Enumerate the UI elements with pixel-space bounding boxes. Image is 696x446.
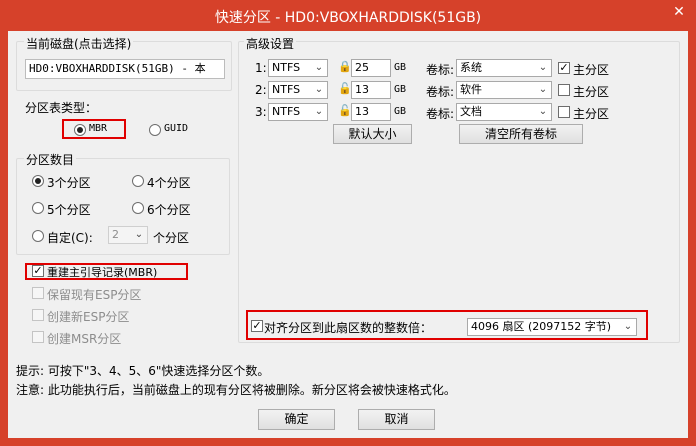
row-3-fs-select[interactable]: NTFS ⌄ <box>268 103 328 121</box>
dialog-body: 当前磁盘(点击选择) HD0:VBOXHARDDISK(51GB) - 本 分区… <box>8 31 688 438</box>
six-partitions-label: 6个分区 <box>147 203 191 217</box>
row-1-volume-label-select[interactable]: 系统 ⌄ <box>456 59 552 77</box>
row-1-unit: GB <box>394 62 407 73</box>
custom-count-radio[interactable] <box>32 230 44 242</box>
row-2-unit: GB <box>394 84 407 95</box>
custom-count-label: 自定(C): <box>47 231 93 245</box>
partition-table-label: 分区表类型： <box>25 101 98 115</box>
create-msr-checkbox[interactable] <box>32 331 44 343</box>
row-2-size-field[interactable]: 13 <box>351 81 391 99</box>
row-2-volume-label-value: 软件 <box>460 83 482 96</box>
create-esp-label: 创建新ESP分区 <box>47 310 130 324</box>
six-partitions-radio[interactable] <box>132 202 144 214</box>
mbr-radio[interactable] <box>74 124 86 136</box>
row-1-number: 1: <box>255 61 267 75</box>
partition-count-label: 分区数目 <box>24 151 77 168</box>
ok-button[interactable]: 确定 <box>258 409 335 430</box>
row-1-volume-label-text: 卷标: <box>426 63 455 77</box>
chevron-down-icon: ⌄ <box>538 84 548 95</box>
warning-line: 注意: 此功能执行后，当前磁盘上的现有分区将被删除。新分区将会被快速格式化。 <box>16 383 456 397</box>
row-1-primary-checkbox[interactable]: ✓ <box>558 62 570 74</box>
unlock-icon[interactable]: 🔓 <box>338 82 352 95</box>
row-2-volume-label-select[interactable]: 软件 ⌄ <box>456 81 552 99</box>
row-3-unit: GB <box>394 106 407 117</box>
row-3-fs-value: NTFS <box>272 105 301 118</box>
guid-radio[interactable] <box>149 124 161 136</box>
three-partitions-radio[interactable] <box>32 175 44 187</box>
custom-count-value: 2 <box>112 228 119 241</box>
window-title: 快速分区 - HD0:VBOXHARDDISK(51GB) <box>214 10 482 26</box>
custom-count-suffix: 个分区 <box>153 231 190 245</box>
chevron-down-icon: ⌄ <box>623 321 633 332</box>
row-3-number: 3: <box>255 105 267 119</box>
row-2-fs-select[interactable]: NTFS ⌄ <box>268 81 328 99</box>
align-label: 对齐分区到此扇区数的整数倍： <box>264 321 433 335</box>
dialog-window: 快速分区 - HD0:VBOXHARDDISK(51GB) ✕ 当前磁盘(点击选… <box>0 0 696 446</box>
custom-count-select[interactable]: 2 ⌄ <box>108 226 148 244</box>
tip-line: 提示: 可按下"3、4、5、6"快速选择分区个数。 <box>16 364 270 378</box>
keep-esp-checkbox[interactable] <box>32 287 44 299</box>
chevron-down-icon: ⌄ <box>538 106 548 117</box>
guid-label: GUID <box>164 123 189 134</box>
align-checkbox[interactable]: ✓ <box>251 320 263 332</box>
current-disk-field[interactable]: HD0:VBOXHARDDISK(51GB) - 本 <box>25 59 225 79</box>
unlock-icon[interactable]: 🔓 <box>338 104 352 117</box>
row-3-size-field[interactable]: 13 <box>351 103 391 121</box>
advanced-settings-label: 高级设置 <box>244 35 297 52</box>
rebuild-mbr-checkbox[interactable]: ✓ <box>32 265 44 277</box>
row-1-primary-label: 主分区 <box>573 63 610 77</box>
mbr-label: MBR <box>89 123 108 134</box>
row-3-volume-label-select[interactable]: 文档 ⌄ <box>456 103 552 121</box>
chevron-down-icon: ⌄ <box>134 229 144 240</box>
row-2-primary-label: 主分区 <box>573 85 610 99</box>
row-2-number: 2: <box>255 83 267 97</box>
create-msr-label: 创建MSR分区 <box>47 332 122 346</box>
row-2-volume-label-text: 卷标: <box>426 85 455 99</box>
row-3-volume-label-text: 卷标: <box>426 107 455 121</box>
four-partitions-radio[interactable] <box>132 175 144 187</box>
align-select[interactable]: 4096 扇区 (2097152 字节) ⌄ <box>467 318 637 336</box>
row-2-primary-checkbox[interactable] <box>558 84 570 96</box>
title-bar[interactable]: 快速分区 - HD0:VBOXHARDDISK(51GB) ✕ <box>0 0 696 31</box>
row-3-primary-checkbox[interactable] <box>558 106 570 118</box>
row-3-volume-label-value: 文档 <box>460 105 482 118</box>
row-3-primary-label: 主分区 <box>573 107 610 121</box>
cancel-button[interactable]: 取消 <box>358 409 435 430</box>
lock-icon[interactable]: 🔒 <box>338 60 352 73</box>
default-size-button[interactable]: 默认大小 <box>333 124 412 144</box>
three-partitions-label: 3个分区 <box>47 176 91 190</box>
create-esp-checkbox[interactable] <box>32 309 44 321</box>
clear-labels-button[interactable]: 清空所有卷标 <box>459 124 583 144</box>
four-partitions-label: 4个分区 <box>147 176 191 190</box>
row-1-volume-label-value: 系统 <box>460 61 482 74</box>
row-1-fs-value: NTFS <box>272 61 301 74</box>
keep-esp-label: 保留现有ESP分区 <box>47 288 142 302</box>
rebuild-mbr-label: 重建主引导记录(MBR) <box>47 266 158 279</box>
row-1-size-field[interactable]: 25 <box>351 59 391 77</box>
chevron-down-icon: ⌄ <box>538 62 548 73</box>
five-partitions-label: 5个分区 <box>47 203 91 217</box>
row-2-fs-value: NTFS <box>272 83 301 96</box>
chevron-down-icon: ⌄ <box>314 62 324 73</box>
current-disk-label: 当前磁盘(点击选择) <box>24 35 134 52</box>
chevron-down-icon: ⌄ <box>314 106 324 117</box>
align-value: 4096 扇区 (2097152 字节) <box>471 320 612 333</box>
row-1-fs-select[interactable]: NTFS ⌄ <box>268 59 328 77</box>
chevron-down-icon: ⌄ <box>314 84 324 95</box>
close-icon[interactable]: ✕ <box>666 2 692 22</box>
five-partitions-radio[interactable] <box>32 202 44 214</box>
